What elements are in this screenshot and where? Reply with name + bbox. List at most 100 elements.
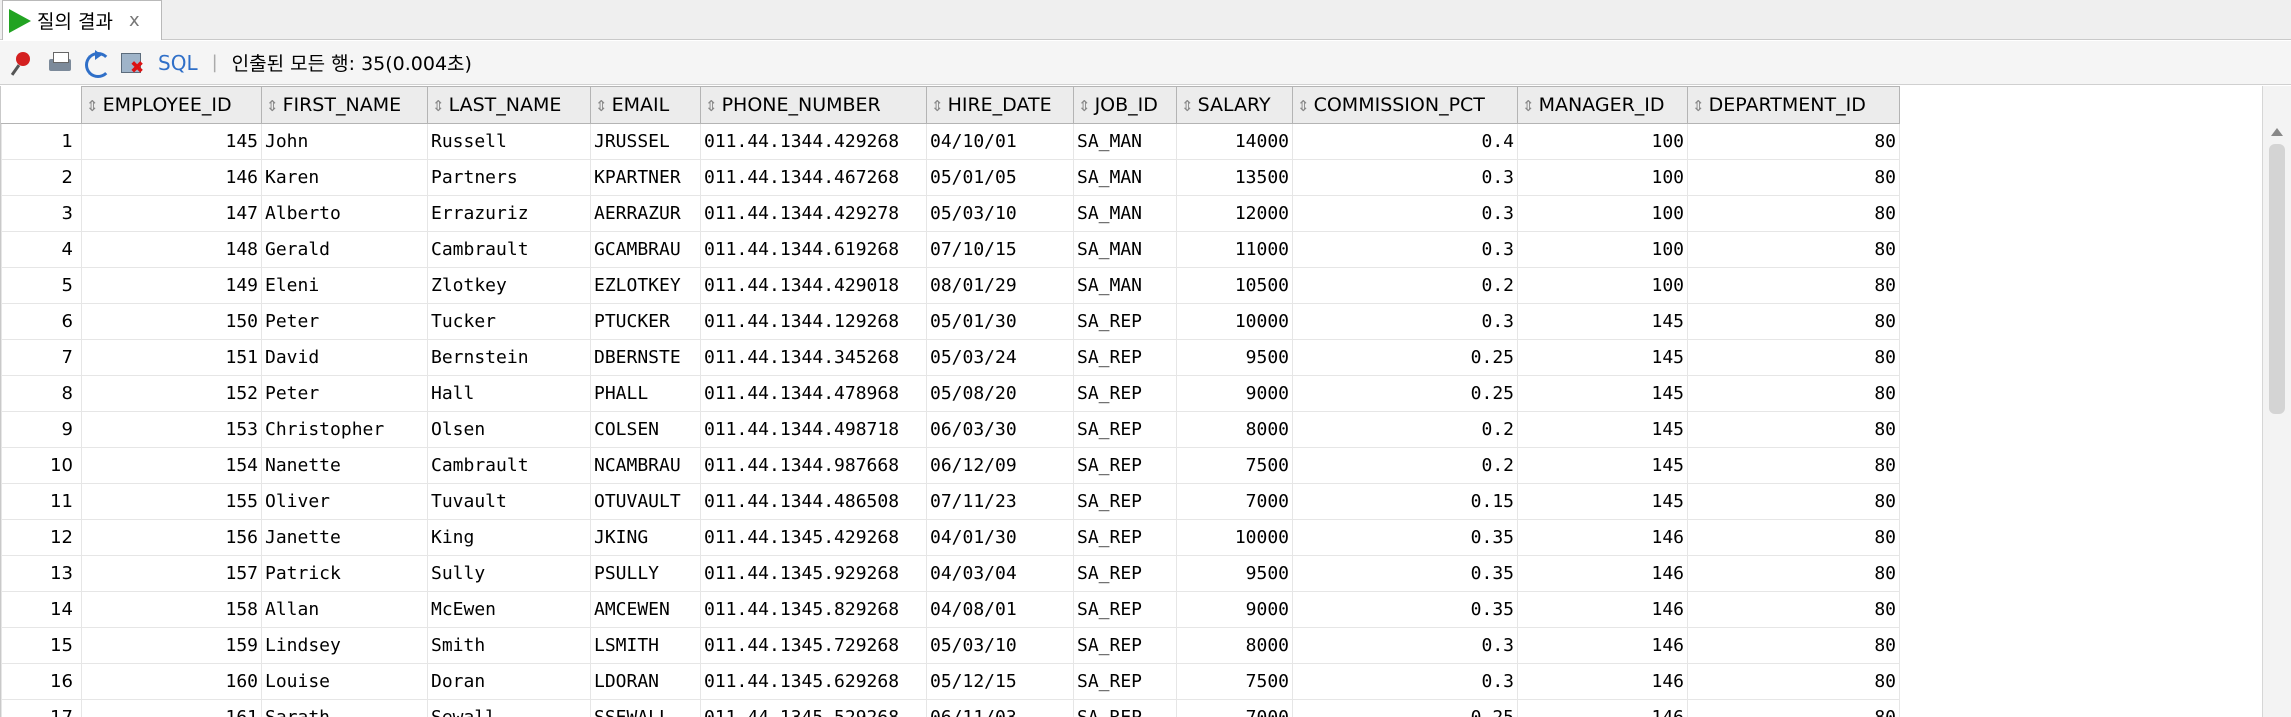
cell-hire-date[interactable]: 05/01/05 [926, 159, 1074, 196]
cell-first-name[interactable]: Karen [261, 159, 428, 196]
cell-job-id[interactable]: SA_MAN [1073, 159, 1177, 196]
cell-last-name[interactable]: Partners [427, 159, 591, 196]
row-number[interactable]: 14 [1, 591, 82, 628]
cell-commission-pct[interactable]: 0.3 [1292, 159, 1518, 196]
cell-salary[interactable]: 7500 [1176, 663, 1293, 700]
cell-first-name[interactable]: Louise [261, 663, 428, 700]
sort-icon[interactable]: ⇕ [1522, 97, 1535, 115]
cell-commission-pct[interactable]: 0.35 [1292, 519, 1518, 556]
cell-manager-id[interactable]: 145 [1517, 375, 1688, 412]
cell-commission-pct[interactable]: 0.3 [1292, 663, 1518, 700]
cell-department-id[interactable]: 80 [1687, 447, 1900, 484]
cell-phone-number[interactable]: 011.44.1345.929268 [700, 555, 927, 592]
column-header-last-name[interactable]: ⇕ LAST_NAME [427, 86, 591, 124]
cell-phone-number[interactable]: 011.44.1344.429268 [700, 123, 927, 160]
cell-department-id[interactable]: 80 [1687, 195, 1900, 232]
cell-email[interactable]: DBERNSTE [590, 339, 701, 376]
cell-job-id[interactable]: SA_MAN [1073, 123, 1177, 160]
cell-salary[interactable]: 9000 [1176, 591, 1293, 628]
table-row[interactable]: 4 148 Gerald Cambrault GCAMBRAU 011.44.1344.6… [1, 231, 1900, 268]
cell-manager-id[interactable]: 146 [1517, 699, 1688, 717]
cell-hire-date[interactable]: 05/03/10 [926, 195, 1074, 232]
row-number[interactable]: 16 [1, 663, 82, 700]
cell-phone-number[interactable]: 011.44.1345.729268 [700, 627, 927, 664]
cell-first-name[interactable]: John [261, 123, 428, 160]
cell-first-name[interactable]: Peter [261, 375, 428, 412]
cell-phone-number[interactable]: 011.44.1344.486508 [700, 483, 927, 520]
cell-email[interactable]: OTUVAULT [590, 483, 701, 520]
table-row[interactable]: 12 156 Janette King JKING 011.44.1345.429268 0… [1, 519, 1900, 556]
cell-hire-date[interactable]: 05/01/30 [926, 303, 1074, 340]
cell-employee-id[interactable]: 150 [81, 303, 262, 340]
cell-employee-id[interactable]: 160 [81, 663, 262, 700]
cell-manager-id[interactable]: 145 [1517, 411, 1688, 448]
cell-manager-id[interactable]: 100 [1517, 267, 1688, 304]
cell-last-name[interactable]: Bernstein [427, 339, 591, 376]
cell-hire-date[interactable]: 04/08/01 [926, 591, 1074, 628]
sort-icon[interactable]: ⇕ [1297, 97, 1310, 115]
cell-phone-number[interactable]: 011.44.1344.987668 [700, 447, 927, 484]
refresh-icon[interactable] [82, 49, 111, 78]
row-number[interactable]: 11 [1, 483, 82, 520]
cell-employee-id[interactable]: 151 [81, 339, 262, 376]
cell-email[interactable]: JKING [590, 519, 701, 556]
cell-department-id[interactable]: 80 [1687, 123, 1900, 160]
cell-email[interactable]: KPARTNER [590, 159, 701, 196]
cell-employee-id[interactable]: 153 [81, 411, 262, 448]
cell-hire-date[interactable]: 04/01/30 [926, 519, 1074, 556]
cell-commission-pct[interactable]: 0.25 [1292, 375, 1518, 412]
cell-hire-date[interactable]: 06/03/30 [926, 411, 1074, 448]
cell-first-name[interactable]: Patrick [261, 555, 428, 592]
cell-first-name[interactable]: Alberto [261, 195, 428, 232]
cell-manager-id[interactable]: 100 [1517, 123, 1688, 160]
cell-commission-pct[interactable]: 0.3 [1292, 303, 1518, 340]
cell-department-id[interactable]: 80 [1687, 375, 1900, 412]
cell-email[interactable]: LSMITH [590, 627, 701, 664]
cell-manager-id[interactable]: 100 [1517, 231, 1688, 268]
cell-last-name[interactable]: Smith [427, 627, 591, 664]
column-header-commission-pct[interactable]: ⇕ COMMISSION_PCT [1292, 86, 1518, 124]
cell-department-id[interactable]: 80 [1687, 159, 1900, 196]
table-row[interactable]: 10 154 Nanette Cambrault NCAMBRAU 011.44.1344… [1, 447, 1900, 484]
cell-first-name[interactable]: Janette [261, 519, 428, 556]
table-row[interactable]: 9 153 Christopher Olsen COLSEN 011.44.1344.49… [1, 411, 1900, 448]
cell-salary[interactable]: 7500 [1176, 447, 1293, 484]
cell-first-name[interactable]: David [261, 339, 428, 376]
pin-icon[interactable] [10, 49, 38, 77]
row-number[interactable]: 12 [1, 519, 82, 556]
cell-commission-pct[interactable]: 0.35 [1292, 555, 1518, 592]
cell-job-id[interactable]: SA_REP [1073, 339, 1177, 376]
table-row[interactable]: 14 158 Allan McEwen AMCEWEN 011.44.1345.82926… [1, 591, 1900, 628]
cell-first-name[interactable]: Eleni [261, 267, 428, 304]
cell-hire-date[interactable]: 07/10/15 [926, 231, 1074, 268]
cell-salary[interactable]: 7000 [1176, 699, 1293, 717]
cell-last-name[interactable]: Cambrault [427, 447, 591, 484]
cell-last-name[interactable]: Tuvault [427, 483, 591, 520]
column-header-manager-id[interactable]: ⇕ MANAGER_ID [1517, 86, 1688, 124]
table-row[interactable]: 13 157 Patrick Sully PSULLY 011.44.1345.92926… [1, 555, 1900, 592]
cell-employee-id[interactable]: 149 [81, 267, 262, 304]
cell-first-name[interactable]: Peter [261, 303, 428, 340]
cell-job-id[interactable]: SA_REP [1073, 447, 1177, 484]
cell-phone-number[interactable]: 011.44.1344.429278 [700, 195, 927, 232]
sort-icon[interactable]: ⇕ [931, 97, 944, 115]
sort-icon[interactable]: ⇕ [1692, 97, 1705, 115]
sort-icon[interactable]: ⇕ [595, 97, 608, 115]
cell-last-name[interactable]: Cambrault [427, 231, 591, 268]
cell-salary[interactable]: 14000 [1176, 123, 1293, 160]
column-header-hire-date[interactable]: ⇕ HIRE_DATE [926, 86, 1074, 124]
cell-first-name[interactable]: Lindsey [261, 627, 428, 664]
row-number[interactable]: 17 [1, 699, 82, 717]
cell-job-id[interactable]: SA_MAN [1073, 195, 1177, 232]
close-icon[interactable]: x [129, 10, 140, 31]
cell-manager-id[interactable]: 146 [1517, 627, 1688, 664]
cell-department-id[interactable]: 80 [1687, 267, 1900, 304]
cell-phone-number[interactable]: 011.44.1345.429268 [700, 519, 927, 556]
cell-commission-pct[interactable]: 0.25 [1292, 339, 1518, 376]
cell-phone-number[interactable]: 011.44.1344.478968 [700, 375, 927, 412]
cell-job-id[interactable]: SA_REP [1073, 375, 1177, 412]
cell-commission-pct[interactable]: 0.3 [1292, 627, 1518, 664]
print-icon[interactable] [46, 49, 74, 77]
cell-email[interactable]: JRUSSEL [590, 123, 701, 160]
cell-job-id[interactable]: SA_REP [1073, 627, 1177, 664]
